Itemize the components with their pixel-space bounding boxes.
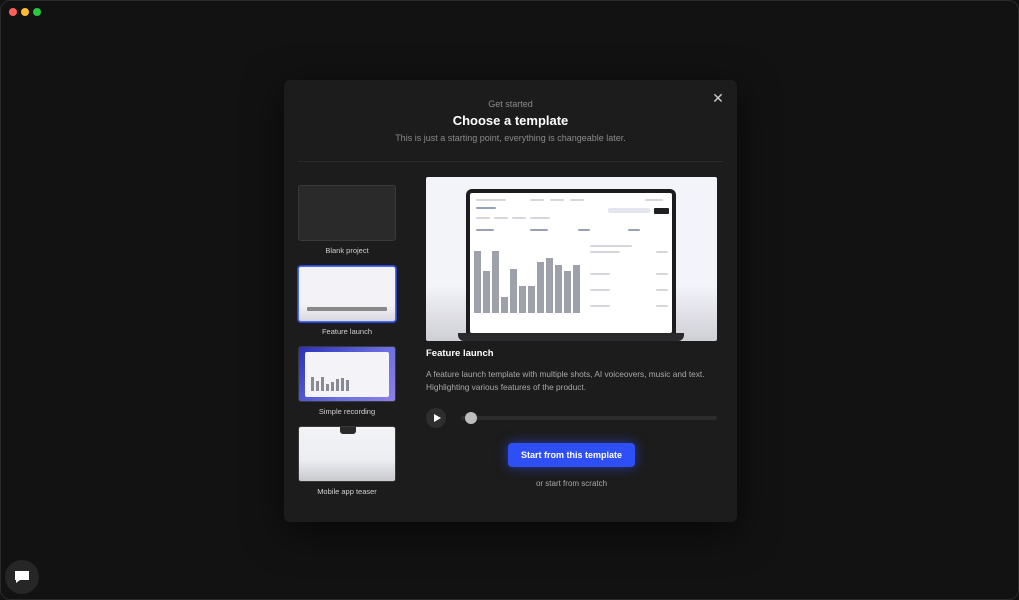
laptop-base: [458, 333, 684, 341]
template-label: Blank project: [325, 246, 369, 255]
template-mobile-app-teaser[interactable]: Mobile app teaser: [298, 426, 396, 496]
window-close-dot[interactable]: [9, 8, 17, 16]
laptop-mockup: [466, 189, 676, 337]
play-button[interactable]: [426, 408, 446, 428]
template-blank[interactable]: Blank project: [298, 185, 396, 255]
template-label: Simple recording: [318, 407, 376, 416]
detail-title: Feature launch: [426, 348, 494, 359]
template-thumbnail: [298, 266, 396, 322]
scrubber-handle[interactable]: [465, 412, 477, 424]
start-scratch-link[interactable]: or start from scratch: [426, 479, 717, 488]
play-icon: [433, 414, 441, 422]
template-thumbnail: [298, 346, 396, 402]
template-simple-recording[interactable]: Simple recording: [298, 346, 396, 416]
window-minimize-dot[interactable]: [21, 8, 29, 16]
template-feature-launch[interactable]: Feature launch: [298, 266, 396, 336]
header-divider: [298, 161, 723, 162]
template-thumbnail: [298, 185, 396, 241]
template-thumbnail: [298, 426, 396, 482]
template-label: Mobile app teaser: [317, 487, 377, 496]
playback-scrubber[interactable]: [461, 416, 717, 420]
detail-description: A feature launch template with multiple …: [426, 369, 705, 392]
chat-button[interactable]: [5, 560, 39, 594]
modal-eyebrow: Get started: [488, 99, 533, 109]
modal-title: Choose a template: [452, 113, 569, 128]
window-maximize-dot[interactable]: [33, 8, 41, 16]
start-template-button[interactable]: Start from this template: [508, 443, 635, 467]
app-window: ✕ Get started Choose a template This is …: [0, 0, 1019, 600]
template-preview: [426, 177, 717, 341]
template-modal: ✕ Get started Choose a template This is …: [284, 80, 737, 522]
modal-subtitle: This is just a starting point, everythin…: [395, 133, 626, 143]
chat-icon: [15, 571, 29, 583]
template-label: Feature launch: [321, 327, 373, 336]
